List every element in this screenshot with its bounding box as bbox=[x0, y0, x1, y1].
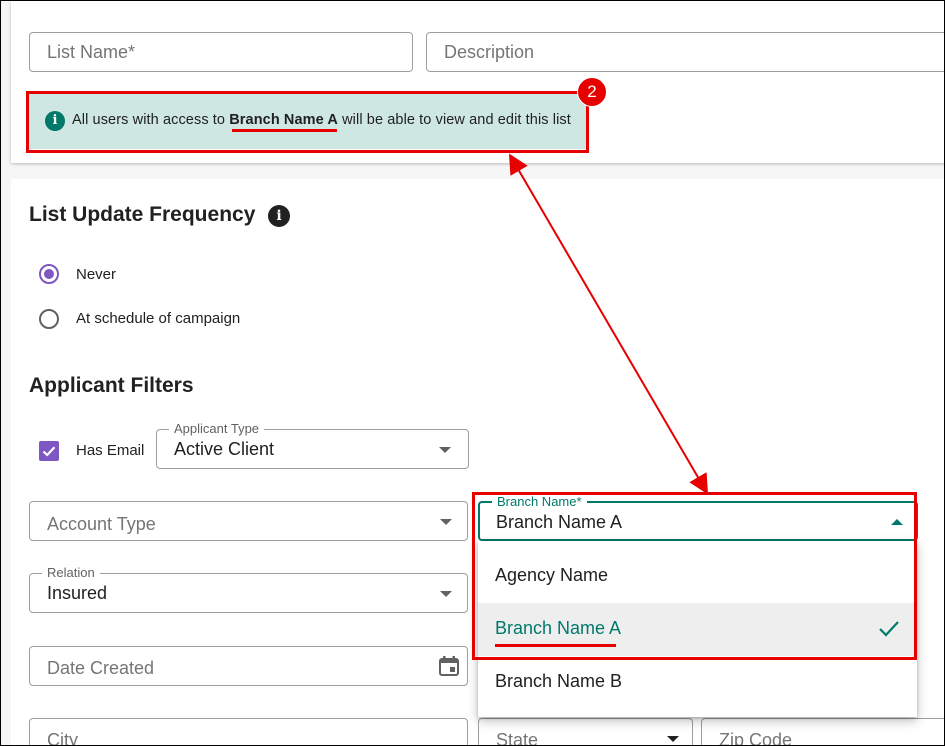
app-window: List Name* Description i All users with … bbox=[0, 0, 945, 746]
annotation-arrow bbox=[508, 153, 709, 495]
